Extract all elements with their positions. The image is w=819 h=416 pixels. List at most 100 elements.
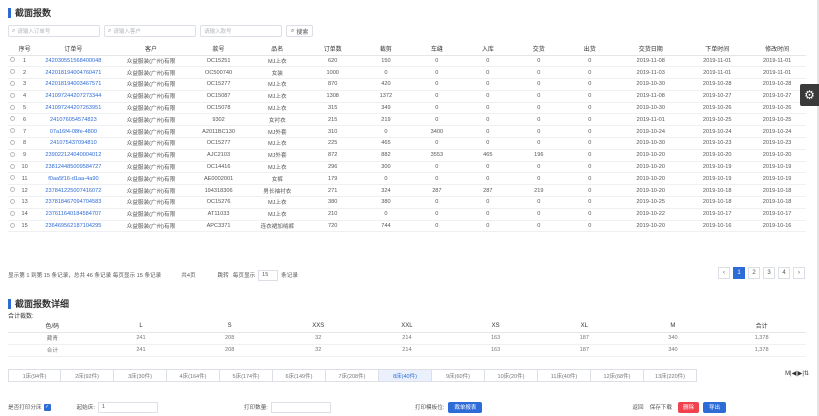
bed-tab[interactable]: 5床(174件) bbox=[220, 369, 273, 382]
order-search-input[interactable]: ⌕ 请输入订单号 bbox=[8, 25, 100, 37]
row-radio[interactable] bbox=[8, 66, 17, 80]
column-header[interactable]: 订单号 bbox=[32, 42, 115, 56]
table-cell: 7 bbox=[16, 125, 33, 139]
column-header[interactable]: 入库 bbox=[462, 42, 514, 56]
column-header[interactable]: 交货日期 bbox=[615, 42, 687, 56]
row-radio[interactable] bbox=[8, 125, 17, 139]
page-button[interactable]: › bbox=[793, 267, 805, 279]
page-button[interactable]: 4 bbox=[778, 267, 790, 279]
table-footer: 显示第 1 到第 15 条记录，总共 46 条记录 每页显示 15 条记录 共4… bbox=[8, 268, 806, 282]
table-row[interactable]: 15 236469562187104295 众益服装(广州)有限 APC3371 连衣裙… bbox=[8, 220, 806, 233]
delete-button[interactable]: 删除 bbox=[678, 401, 700, 413]
table-row[interactable]: 9 239022124040004012 众益服装(广州)有限 AJC2103 MJ外套… bbox=[8, 149, 806, 162]
row-radio[interactable] bbox=[8, 90, 17, 103]
radio-button[interactable] bbox=[9, 92, 15, 98]
page-button[interactable]: 1 bbox=[733, 267, 745, 279]
tab-tools[interactable]: M|◀|▶|⇅ bbox=[785, 370, 809, 377]
bed-tab[interactable]: 7床(208件) bbox=[326, 369, 379, 382]
radio-button[interactable] bbox=[9, 128, 15, 134]
row-radio[interactable] bbox=[8, 220, 17, 233]
radio-button[interactable] bbox=[9, 163, 15, 169]
column-header[interactable]: 客户 bbox=[114, 42, 188, 56]
table-row[interactable]: 6 241076054574823 众益服装(广州)有限 9302 女衬衣 215 219 0… bbox=[8, 113, 806, 127]
search-button[interactable]: ⌕ 搜索 bbox=[286, 25, 314, 37]
style-search-input[interactable]: 请输入款号 bbox=[200, 25, 282, 37]
bed-tab[interactable]: 9床(60件) bbox=[432, 369, 485, 382]
radio-button[interactable] bbox=[9, 69, 15, 75]
radio-button[interactable] bbox=[9, 80, 15, 86]
bed-tab[interactable]: 2床(92件) bbox=[61, 369, 114, 382]
print-qty-input[interactable] bbox=[270, 401, 331, 413]
export-button[interactable]: 导出 bbox=[703, 401, 727, 413]
row-radio[interactable] bbox=[8, 184, 17, 198]
customer-search-input[interactable]: ⌕ 请输入客户 bbox=[104, 25, 196, 37]
table-row[interactable]: 2 242018194004760471 众益服装(广州)有限 OC500740 女装 1… bbox=[8, 66, 806, 80]
bed-tab[interactable]: 11床(40件) bbox=[538, 369, 591, 382]
radio-button[interactable] bbox=[9, 187, 15, 193]
column-header[interactable]: 序号 bbox=[16, 42, 33, 56]
row-radio[interactable] bbox=[8, 113, 17, 127]
radio-button[interactable] bbox=[9, 139, 15, 145]
column-header[interactable]: 交货 bbox=[513, 42, 565, 56]
table-cell: 2019-10-18 bbox=[748, 196, 806, 209]
radio-button[interactable] bbox=[9, 175, 15, 181]
print-report-button[interactable]: 裁单报表 bbox=[448, 401, 483, 413]
radio-button[interactable] bbox=[9, 116, 15, 122]
radio-button[interactable] bbox=[9, 57, 15, 63]
radio-button[interactable] bbox=[9, 210, 15, 216]
table-row[interactable]: 14 237611640184584707 众益服装(广州)有限 AT11033 MJ上… bbox=[8, 208, 806, 221]
table-row[interactable]: 4 241097244207273344 众益服装(广州)有限 OC15087 MJ上衣… bbox=[8, 90, 806, 103]
table-row[interactable]: 12 237841225007416072 众益服装(广州)有限 194318306 男… bbox=[8, 184, 806, 198]
column-header[interactable]: 裁剪 bbox=[360, 42, 412, 56]
column-header[interactable]: 车缝 bbox=[411, 42, 463, 56]
table-row[interactable]: 11 f0aa5f16-d1aa-4a90 众益服装(广州)有限 AE0002001 女… bbox=[8, 172, 806, 186]
row-radio[interactable] bbox=[8, 208, 17, 221]
back-button[interactable]: 返回 bbox=[632, 403, 643, 411]
column-header[interactable]: 下单时间 bbox=[686, 42, 749, 56]
table-row[interactable]: 13 237818467094704583 众益服装(广州)有限 OC15276 MJ上… bbox=[8, 196, 806, 209]
column-header[interactable]: 款号 bbox=[187, 42, 250, 56]
column-header[interactable]: 订单数 bbox=[305, 42, 361, 56]
start-bed-input[interactable]: 1 bbox=[97, 401, 158, 413]
print-by-bed-checkbox[interactable]: ✓ bbox=[43, 403, 51, 411]
bed-tab[interactable]: 8床(40件) bbox=[379, 369, 432, 382]
radio-button[interactable] bbox=[9, 222, 15, 228]
row-radio[interactable] bbox=[8, 172, 17, 186]
per-page-select[interactable]: 15 bbox=[258, 269, 279, 281]
table-row[interactable]: 7 07a16f4-08fe-4800 众益服装(广州)有限 A2011BC130 MJ… bbox=[8, 125, 806, 139]
table-row[interactable]: 5 241097244207263951 众益服装(广州)有限 OC15078 MJ上衣… bbox=[8, 102, 806, 115]
bed-tab[interactable]: 6床(149件) bbox=[273, 369, 326, 382]
page-button[interactable]: 3 bbox=[763, 267, 775, 279]
detail-column-header: XS bbox=[451, 320, 540, 333]
row-radio[interactable] bbox=[8, 102, 17, 115]
bed-tab[interactable]: 13床(220件) bbox=[644, 369, 697, 382]
row-radio[interactable] bbox=[8, 196, 17, 209]
gear-icon[interactable]: ⚙ bbox=[800, 84, 819, 106]
detail-column-header: M bbox=[628, 320, 718, 333]
column-header[interactable]: 品名 bbox=[249, 42, 305, 56]
row-radio[interactable] bbox=[8, 161, 17, 174]
bed-tab[interactable]: 1床(94件) bbox=[8, 369, 61, 382]
bed-tab[interactable]: 10床(20件) bbox=[485, 369, 538, 382]
row-radio[interactable] bbox=[8, 149, 17, 162]
bed-tab[interactable]: 12床(68件) bbox=[591, 369, 644, 382]
radio-button[interactable] bbox=[9, 104, 15, 110]
page-button[interactable]: ‹ bbox=[718, 267, 730, 279]
radio-button[interactable] bbox=[9, 151, 15, 157]
row-radio[interactable] bbox=[8, 55, 17, 68]
bed-tab[interactable]: 4床(164件) bbox=[167, 369, 220, 382]
table-row[interactable]: 3 242018194003467571 众益服装(广州)有限 OC15277 MJ上衣… bbox=[8, 78, 806, 91]
table-row[interactable]: 8 241075437094810 众益服装(广州)有限 OC15277 MJ上衣 225… bbox=[8, 137, 806, 150]
table-cell: 0 bbox=[411, 172, 463, 186]
save-download-button[interactable]: 保存下载 bbox=[650, 403, 672, 411]
radio-button[interactable] bbox=[9, 198, 15, 204]
row-radio[interactable] bbox=[8, 137, 17, 150]
table-cell: 众益服装(广州)有限 bbox=[114, 220, 188, 233]
column-header[interactable]: 出货 bbox=[564, 42, 616, 56]
row-radio[interactable] bbox=[8, 78, 17, 91]
table-row[interactable]: 10 238124485009584727 众益服装(广州)有限 OC14416 MJ上… bbox=[8, 161, 806, 174]
column-header[interactable]: 修改时间 bbox=[748, 42, 806, 56]
page-button[interactable]: 2 bbox=[748, 267, 760, 279]
bed-tab[interactable]: 3床(30件) bbox=[114, 369, 167, 382]
table-row[interactable]: 1 242030551568400048 众益服装(广州)有限 OC15251 MJ上衣… bbox=[8, 55, 806, 68]
